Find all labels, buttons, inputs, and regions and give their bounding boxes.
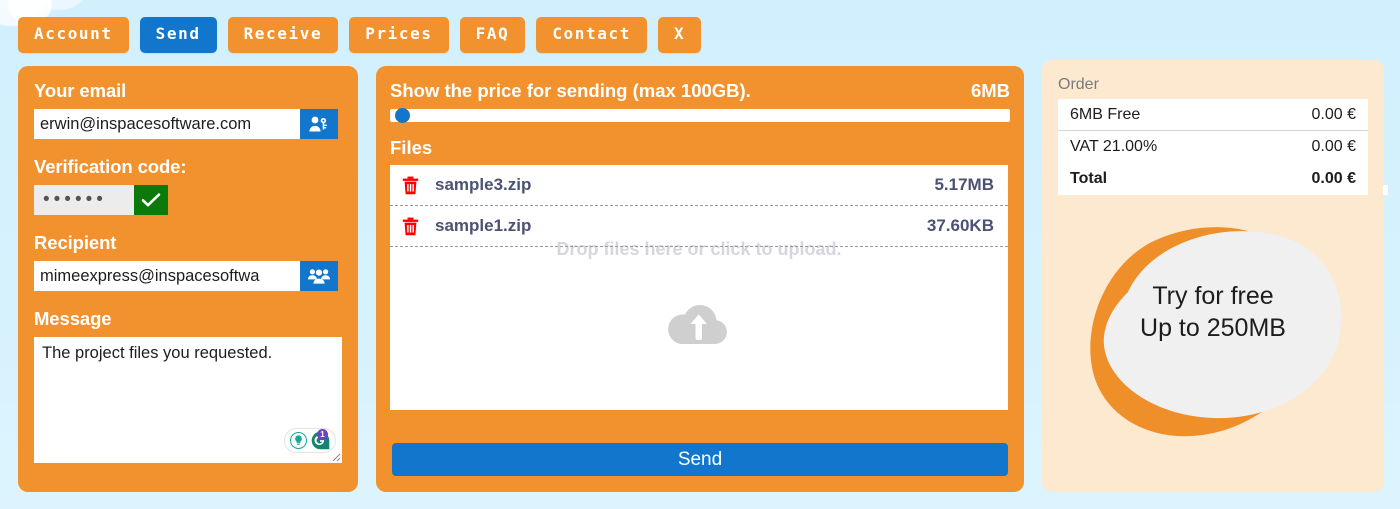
file-list: sample3.zip 5.17MB sample1.zip 37.60KB xyxy=(390,165,1008,247)
contacts-group-icon[interactable] xyxy=(300,261,338,291)
recipient-label: Recipient xyxy=(34,232,117,253)
message-wrapper: 1 xyxy=(34,337,342,463)
order-row-value: 0.00 € xyxy=(1311,138,1356,155)
order-row-label: VAT 21.00% xyxy=(1070,138,1158,155)
verification-code-label: Verification code: xyxy=(34,156,187,177)
table-row[interactable]: sample1.zip 37.60KB xyxy=(390,206,1008,247)
table-row: Total 0.00 € xyxy=(1058,163,1368,195)
recipient-row xyxy=(34,261,342,291)
order-summary-panel: Order 6MB Free 0.00 € VAT 21.00% 0.00 € … xyxy=(1042,60,1384,492)
price-slider-thumb[interactable] xyxy=(395,108,410,123)
grammarly-widget[interactable]: 1 xyxy=(284,428,336,453)
files-section-label: Files xyxy=(390,137,433,158)
scroll-indicator[interactable] xyxy=(1383,185,1388,195)
send-button[interactable]: Send xyxy=(392,443,1008,476)
nav-item-prices[interactable]: Prices xyxy=(349,17,449,53)
file-name: sample3.zip xyxy=(435,175,532,194)
price-title: Show the price for sending (max 100GB). xyxy=(390,80,751,101)
message-label: Message xyxy=(34,308,112,329)
app-root: Account Send Receive Prices FAQ Contact … xyxy=(0,0,1400,509)
order-row-label: 6MB Free xyxy=(1070,105,1141,123)
trash-icon[interactable] xyxy=(402,217,435,236)
grammarly-g-icon[interactable]: 1 xyxy=(311,429,330,450)
recipient-input[interactable] xyxy=(34,261,300,291)
order-total-label: Total xyxy=(1070,170,1108,187)
check-icon[interactable] xyxy=(134,185,168,215)
trash-icon[interactable] xyxy=(402,176,435,195)
cloud-upload-icon xyxy=(390,295,1008,347)
table-row[interactable]: sample3.zip 5.17MB xyxy=(390,165,1008,206)
email-input[interactable] xyxy=(34,109,300,139)
main-navigation: Account Send Receive Prices FAQ Contact … xyxy=(18,17,702,53)
file-name: sample1.zip xyxy=(435,216,532,235)
nav-item-send[interactable]: Send xyxy=(139,17,217,53)
lightbulb-icon[interactable] xyxy=(290,432,307,449)
nav-item-contact[interactable]: Contact xyxy=(536,17,647,53)
table-row: 6MB Free 0.00 € xyxy=(1058,99,1368,131)
nav-item-receive[interactable]: Receive xyxy=(227,17,339,53)
grammarly-badge-count: 1 xyxy=(317,429,328,440)
nav-item-account[interactable]: Account xyxy=(18,17,129,53)
file-size: 5.17MB xyxy=(934,175,994,194)
order-total-value: 0.00 € xyxy=(1311,170,1356,187)
price-slider[interactable] xyxy=(390,108,1010,123)
email-row xyxy=(34,109,342,139)
total-size-badge: 6MB xyxy=(970,80,1010,101)
promo-banner: Try for free Up to 250MB xyxy=(1060,218,1366,448)
verification-code-input[interactable] xyxy=(34,185,134,215)
nav-item-faq[interactable]: FAQ xyxy=(459,17,526,53)
promo-blob-graphic xyxy=(1090,227,1342,437)
order-table: 6MB Free 0.00 € VAT 21.00% 0.00 € Total … xyxy=(1058,99,1368,195)
file-drop-zone[interactable]: sample3.zip 5.17MB sample1.zip 37.60KB D… xyxy=(390,165,1008,410)
upload-panel: Show the price for sending (max 100GB). … xyxy=(376,66,1024,492)
table-row: VAT 21.00% 0.00 € xyxy=(1058,131,1368,163)
sender-form-panel: Your email Verification code: xyxy=(18,66,358,492)
person-key-icon[interactable] xyxy=(300,109,338,139)
order-row-value: 0.00 € xyxy=(1311,105,1356,123)
email-label: Your email xyxy=(34,80,127,101)
nav-item-close[interactable]: X xyxy=(657,17,702,53)
order-title: Order xyxy=(1058,76,1099,93)
file-size: 37.60KB xyxy=(926,216,994,235)
price-header: Show the price for sending (max 100GB). … xyxy=(390,80,1010,102)
verification-code-row xyxy=(34,185,342,215)
